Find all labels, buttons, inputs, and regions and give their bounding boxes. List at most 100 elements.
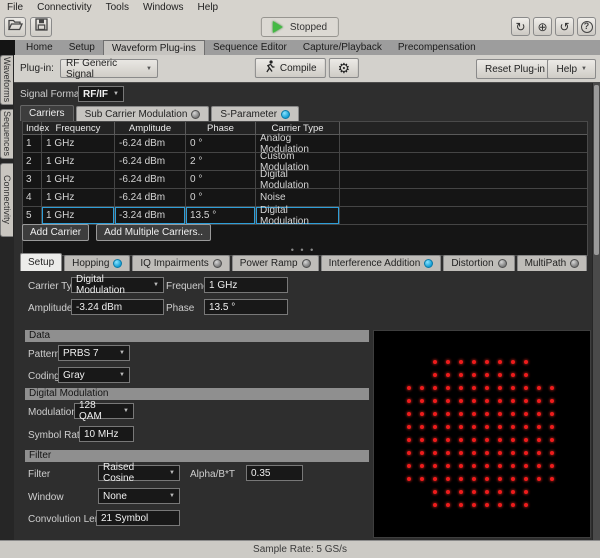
tab-s-parameter[interactable]: S-Parameter (211, 106, 299, 121)
add-multiple-carriers-button[interactable]: Add Multiple Carriers.. (96, 224, 211, 241)
cell-carrier-type[interactable]: Digital Modulation (256, 171, 340, 188)
constellation-point (472, 373, 476, 377)
col-empty (340, 122, 587, 134)
cell-frequency[interactable]: 1 GHz (42, 171, 115, 188)
cell-index[interactable]: 3 (23, 171, 42, 188)
cell-frequency[interactable]: 1 GHz (42, 153, 115, 170)
cell-phase[interactable]: 0 ° (186, 189, 256, 206)
add-carrier-button[interactable]: Add Carrier (22, 224, 89, 241)
sync-time-icon: ↻ (515, 20, 525, 34)
cell-index[interactable]: 2 (23, 153, 42, 170)
sidebar-tab-sequences[interactable]: Sequences (0, 109, 13, 159)
constellation-point (446, 386, 450, 390)
tab-home[interactable]: Home (18, 40, 61, 55)
cell-frequency[interactable]: 1 GHz (42, 207, 115, 224)
cell-phase[interactable]: 2 ° (186, 153, 256, 170)
menu-connectivity[interactable]: Connectivity (30, 1, 98, 14)
constellation-point (472, 438, 476, 442)
tab-carriers[interactable]: Carriers (20, 105, 74, 121)
constellation-point (511, 451, 515, 455)
tab-capture-playback[interactable]: Capture/Playback (295, 40, 390, 55)
menu-file[interactable]: File (0, 1, 30, 14)
col-index[interactable]: Index (23, 122, 42, 134)
cell-index[interactable]: 1 (23, 135, 42, 152)
tab-precompensation[interactable]: Precompensation (390, 40, 484, 55)
cell-amplitude[interactable]: -6.24 dBm (115, 135, 186, 152)
cell-phase[interactable]: 0 ° (186, 171, 256, 188)
symbol-rate-field[interactable]: 10 MHz (79, 426, 134, 442)
cell-amplitude[interactable]: -6.24 dBm (115, 171, 186, 188)
cell-carrier-type[interactable]: Digital Modulation (256, 207, 340, 224)
sidebar-tab-connectivity[interactable]: Connectivity (0, 163, 13, 237)
table-row-selected[interactable]: 5 1 GHz -3.24 dBm 13.5 ° Digital Modulat… (23, 207, 587, 225)
amplitude-field[interactable]: -3.24 dBm (71, 299, 164, 315)
constellation-point (511, 386, 515, 390)
cell-phase[interactable]: 13.5 ° (186, 207, 256, 224)
cell-frequency[interactable]: 1 GHz (42, 135, 115, 152)
cell-frequency[interactable]: 1 GHz (42, 189, 115, 206)
refresh-button[interactable]: ↺ (555, 17, 574, 36)
tab-hopping[interactable]: Hopping (64, 255, 130, 271)
tab-power-ramp[interactable]: Power Ramp (232, 255, 319, 271)
tab-iq-impairments[interactable]: IQ Impairments (132, 255, 229, 271)
window-select[interactable]: None ▼ (98, 488, 180, 504)
tab-setup[interactable]: Setup (61, 40, 103, 55)
tab-sub-carrier-modulation[interactable]: Sub Carrier Modulation (76, 106, 210, 121)
constellation-point (537, 464, 541, 468)
carrier-detail-tab-bar: Setup Hopping IQ Impairments Power Ramp … (20, 253, 587, 271)
tab-distortion[interactable]: Distortion (443, 255, 514, 271)
modulation-select[interactable]: 128 QAM ▼ (74, 403, 134, 419)
cell-amplitude[interactable]: -6.24 dBm (115, 189, 186, 206)
tab-interference-addition[interactable]: Interference Addition (321, 255, 442, 271)
cell-carrier-type[interactable]: Analog Modulation (256, 135, 340, 152)
constellation-point (511, 464, 515, 468)
sync-time-button[interactable]: ↻ (511, 17, 530, 36)
open-file-button[interactable] (4, 17, 26, 37)
import-button[interactable]: ⊕ (533, 17, 552, 36)
scrollbar-thumb[interactable] (594, 85, 599, 255)
col-phase[interactable]: Phase (186, 122, 256, 134)
cell-carrier-type[interactable]: Custom Modulation (256, 153, 340, 170)
cell-amplitude[interactable]: -6.24 dBm (115, 153, 186, 170)
signal-format-select[interactable]: RF/IF ▼ (78, 86, 124, 102)
compile-button[interactable]: Compile (255, 58, 326, 78)
chevron-down-icon: ▼ (146, 66, 152, 72)
convolution-length-field[interactable]: 21 Symbol (96, 510, 180, 526)
carrier-type-select[interactable]: Digital Modulation ▼ (71, 277, 164, 293)
coding-select[interactable]: Gray ▼ (58, 367, 130, 383)
tab-setup[interactable]: Setup (20, 253, 62, 271)
cell-amplitude[interactable]: -3.24 dBm (115, 207, 186, 224)
cell-index[interactable]: 4 (23, 189, 42, 206)
plugin-select[interactable]: RF Generic Signal ▼ (60, 59, 158, 78)
tab-multipath[interactable]: MultiPath (517, 255, 588, 271)
pattern-select[interactable]: PRBS 7 ▼ (58, 345, 130, 361)
cell-carrier-type[interactable]: Noise (256, 189, 340, 206)
carrier-tab-bar: Carriers Sub Carrier Modulation S-Parame… (20, 105, 299, 121)
table-row[interactable]: 3 1 GHz -6.24 dBm 0 ° Digital Modulation (23, 171, 587, 189)
frequency-field[interactable]: 1 GHz (204, 277, 288, 293)
alpha-field[interactable]: 0.35 (246, 465, 303, 481)
col-frequency[interactable]: Frequency (42, 122, 115, 134)
sidebar-tab-waveforms[interactable]: Waveforms (0, 55, 13, 105)
help-button[interactable]: ? (577, 17, 596, 36)
menu-help[interactable]: Help (191, 1, 226, 14)
run-state-button[interactable]: Stopped (261, 17, 339, 37)
constellation-point (459, 477, 463, 481)
reset-plugin-button[interactable]: Reset Plug-in (476, 59, 554, 79)
cell-index[interactable]: 5 (23, 207, 42, 224)
tab-sequence-editor[interactable]: Sequence Editor (205, 40, 295, 55)
col-amplitude[interactable]: Amplitude (115, 122, 186, 134)
plugin-help-button[interactable]: Help ▼ (547, 59, 596, 79)
phase-field[interactable]: 13.5 ° (204, 299, 288, 315)
menu-tools[interactable]: Tools (99, 1, 136, 14)
cell-phase[interactable]: 0 ° (186, 135, 256, 152)
vertical-scrollbar[interactable] (592, 83, 600, 540)
save-button[interactable] (30, 17, 52, 37)
gear-wrench-icon: ⚙ (338, 61, 351, 75)
chevron-down-icon: ▼ (169, 493, 175, 499)
filter-select[interactable]: Raised Cosine ▼ (98, 465, 180, 481)
compile-settings-button[interactable]: ⚙ (329, 58, 360, 78)
constellation-point (498, 399, 502, 403)
menu-windows[interactable]: Windows (136, 1, 191, 14)
tab-waveform-plugins[interactable]: Waveform Plug-ins (103, 40, 205, 55)
